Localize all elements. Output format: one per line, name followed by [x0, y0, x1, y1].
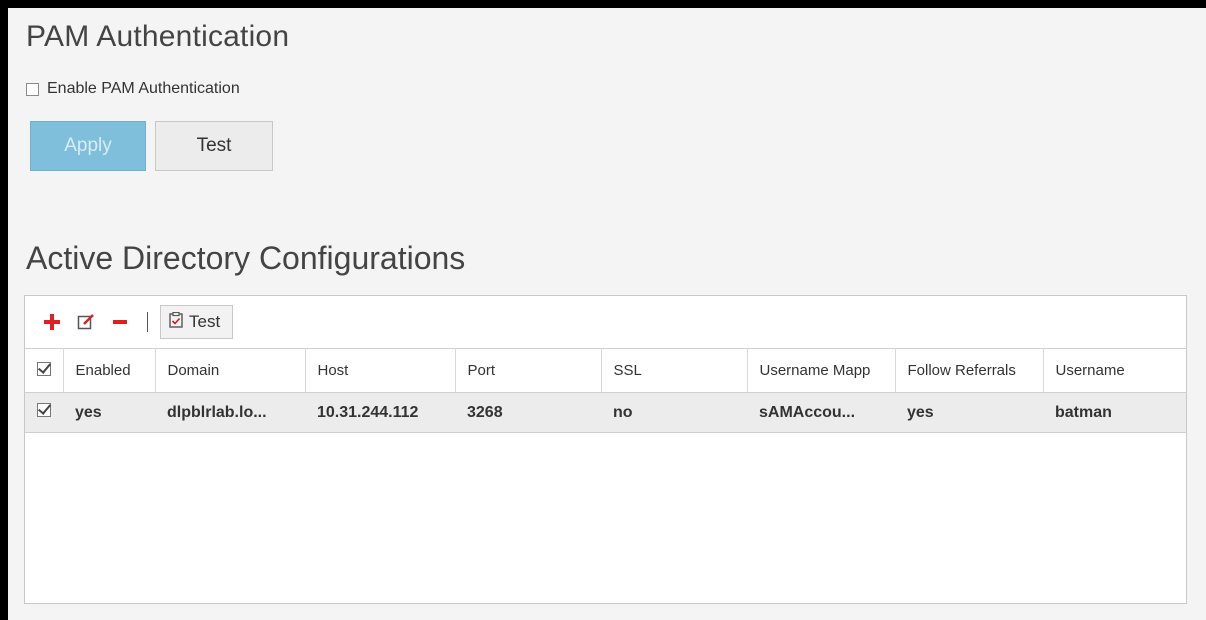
column-header-username-mapping[interactable]: Username Mapp — [747, 348, 896, 393]
column-header-username[interactable]: Username — [1043, 348, 1186, 393]
table-row[interactable]: yes dlpblrlab.lo... 10.31.244.112 3268 n… — [25, 392, 1186, 433]
ad-config-grid: Test Enabled Domain Host Port SSL Userna… — [24, 295, 1187, 604]
enable-pam-label: Enable PAM Authentication — [47, 80, 240, 97]
pam-section-title: PAM Authentication — [26, 20, 290, 53]
clipboard-check-icon — [169, 311, 183, 333]
cell-ssl: no — [601, 392, 747, 433]
cell-username-mapping: sAMAccou... — [747, 392, 895, 433]
column-header-ssl[interactable]: SSL — [601, 348, 748, 393]
minus-icon[interactable] — [107, 309, 133, 335]
column-header-port[interactable]: Port — [455, 348, 602, 393]
enable-pam-checkbox[interactable] — [26, 82, 39, 96]
column-header-follow-referrals[interactable]: Follow Referrals — [895, 348, 1044, 393]
cell-enabled: yes — [63, 392, 155, 433]
grid-test-button[interactable]: Test — [160, 305, 234, 339]
ad-config-table: Enabled Domain Host Port SSL Username Ma… — [25, 348, 1186, 433]
table-header-row: Enabled Domain Host Port SSL Username Ma… — [25, 348, 1186, 393]
row-select-checkbox[interactable] — [25, 392, 63, 433]
cell-port: 3268 — [455, 392, 601, 433]
edit-icon[interactable] — [73, 309, 99, 335]
toolbar-separator — [147, 312, 148, 332]
ad-section-title: Active Directory Configurations — [26, 240, 466, 276]
grid-test-label: Test — [189, 312, 221, 331]
cell-username: batman — [1043, 392, 1186, 433]
cell-domain: dlpblrlab.lo... — [155, 392, 305, 433]
apply-button[interactable]: Apply — [30, 121, 146, 171]
column-header-host[interactable]: Host — [305, 348, 456, 393]
cell-host: 10.31.244.112 — [305, 392, 455, 433]
enable-pam-row[interactable]: Enable PAM Authentication — [26, 80, 240, 98]
pam-settings-panel: PAM Authentication Enable PAM Authentica… — [8, 8, 1206, 620]
cell-follow-referrals: yes — [895, 392, 1043, 433]
column-header-enabled[interactable]: Enabled — [63, 348, 156, 393]
plus-icon[interactable] — [39, 309, 65, 335]
column-header-domain[interactable]: Domain — [155, 348, 306, 393]
grid-toolbar: Test — [25, 296, 1186, 348]
select-all-checkbox[interactable] — [25, 348, 64, 393]
test-button[interactable]: Test — [155, 121, 273, 171]
